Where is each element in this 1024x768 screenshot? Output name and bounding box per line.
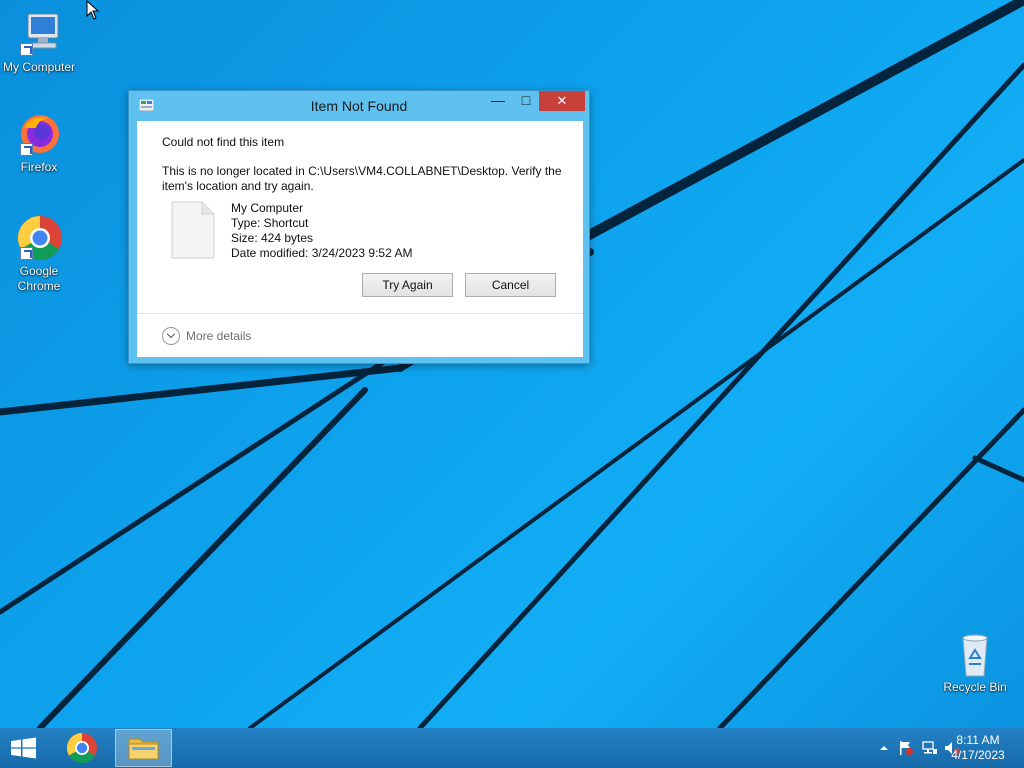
clock[interactable]: 8:11 AM 4/17/2023 — [946, 733, 1010, 763]
network-icon[interactable] — [922, 740, 938, 756]
chevron-down-icon — [162, 327, 180, 345]
file-icon — [171, 201, 215, 259]
shortcut-arrow-icon — [20, 247, 33, 260]
desktop-icon-label: Firefox — [20, 160, 58, 174]
desktop-icon-label: Recycle Bin — [943, 680, 1007, 694]
action-center-flag-icon[interactable] — [898, 740, 914, 756]
taskbar-file-explorer-button[interactable] — [115, 729, 172, 767]
folder-icon — [128, 738, 159, 760]
minimize-button[interactable]: — — [483, 91, 513, 111]
desktop-icon-label: My Computer — [2, 60, 76, 74]
desktop-icon-label: Google Chrome — [17, 264, 61, 293]
my-computer-icon — [14, 10, 64, 58]
more-details-toggle[interactable]: More details — [162, 327, 251, 345]
dialog-content: Could not find this item This is no long… — [137, 121, 583, 357]
desktop-icon-google-chrome[interactable]: Google Chrome — [0, 214, 79, 294]
desktop-icon-my-computer[interactable]: My Computer — [0, 10, 79, 75]
clock-date: 4/17/2023 — [951, 748, 1005, 762]
file-info: My Computer Type: Shortcut Size: 424 byt… — [231, 201, 412, 261]
item-not-found-dialog: Item Not Found — □ ✕ Could not find this… — [128, 90, 590, 364]
shortcut-arrow-icon — [20, 143, 33, 156]
start-button[interactable] — [0, 728, 48, 768]
desktop-icon-recycle-bin[interactable]: Recycle Bin — [935, 630, 1015, 695]
chrome-icon — [66, 733, 97, 764]
file-date-modified: Date modified: 3/24/2023 9:52 AM — [231, 246, 413, 260]
shortcut-arrow-icon — [20, 43, 33, 56]
file-size: Size: 424 bytes — [231, 231, 314, 245]
mouse-cursor-icon — [86, 0, 100, 20]
cancel-button[interactable]: Cancel — [465, 273, 556, 297]
more-details-label: More details — [186, 329, 252, 343]
chrome-icon — [14, 214, 64, 262]
system-tray: 8:11 AM 4/17/2023 — [844, 728, 1024, 768]
taskbar: 8:11 AM 4/17/2023 — [0, 728, 1024, 768]
show-hidden-icons-icon[interactable] — [876, 740, 892, 756]
windows-logo-icon — [11, 737, 36, 759]
divider — [137, 313, 583, 314]
clock-time: 8:11 AM — [956, 733, 1000, 747]
dialog-message: This is no longer located in C:\Users\VM… — [162, 164, 562, 193]
desktop: My Computer Firefox Google Chrome Recycl… — [0, 0, 1024, 728]
recycle-bin-icon — [950, 630, 1000, 678]
file-type: Type: Shortcut — [231, 216, 309, 230]
taskbar-chrome-button[interactable] — [58, 728, 106, 768]
try-again-button[interactable]: Try Again — [362, 273, 453, 297]
dialog-titlebar[interactable]: Item Not Found — □ ✕ — [129, 91, 589, 120]
firefox-icon — [14, 110, 64, 158]
dialog-heading: Could not find this item — [162, 135, 285, 149]
file-name: My Computer — [231, 201, 304, 215]
maximize-button[interactable]: □ — [513, 91, 539, 111]
close-button[interactable]: ✕ — [539, 91, 585, 111]
desktop-icon-firefox[interactable]: Firefox — [0, 110, 79, 175]
